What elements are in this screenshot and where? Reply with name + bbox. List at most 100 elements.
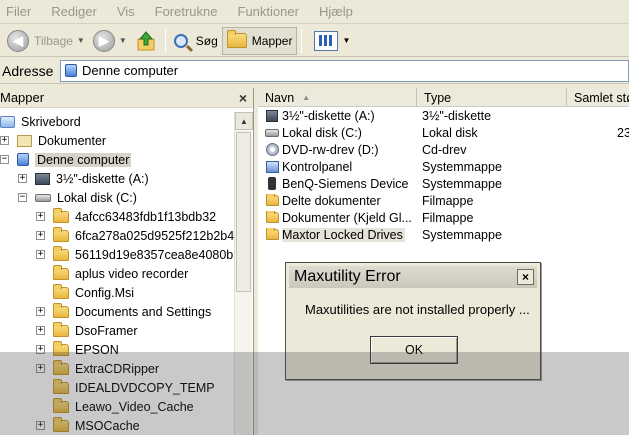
column-headers: Navn ▲ Type Samlet størrelse (258, 88, 629, 107)
folder-icon (53, 321, 69, 337)
forward-button[interactable]: ▶ ▼ (89, 27, 131, 55)
expand-icon[interactable]: + (36, 250, 45, 259)
tree-item-folder[interactable]: + EPSON (36, 340, 119, 359)
search-label: Søg (195, 33, 218, 48)
tree-item-folder[interactable]: + 4afcc63483fdb1f13bdb32 (36, 207, 216, 226)
close-icon[interactable]: × (239, 90, 247, 106)
menu-favorites[interactable]: Foretrukne (155, 4, 218, 19)
folder-tree: Skrivebord + Dokumenter − Denne computer… (0, 112, 234, 435)
column-header-type[interactable]: Type (417, 88, 567, 107)
file-row-dvd[interactable]: DVD-rw-drev (D:) Cd-drev (264, 141, 629, 158)
file-row-user-documents[interactable]: Dokumenter (Kjeld Gl... Filmappe (264, 209, 629, 226)
tree-item-folder[interactable]: + 6fca278a025d9525f212b2b45 (36, 226, 234, 245)
expand-icon[interactable]: + (36, 307, 45, 316)
back-button[interactable]: ◀ Tilbage ▼ (3, 27, 89, 55)
error-dialog: Maxutility Error × Maxutilities are not … (285, 262, 541, 380)
folder-icon (53, 283, 69, 299)
views-button[interactable]: ▼ (306, 27, 354, 55)
tree-item-folder[interactable]: IDEALDVDCOPY_TEMP (53, 378, 215, 397)
expand-icon[interactable]: + (36, 212, 45, 221)
tree-item-folder[interactable]: Leawo_Video_Cache (53, 397, 194, 416)
dialog-title-bar[interactable]: Maxutility Error × (289, 266, 537, 288)
tree-scrollbar[interactable]: ▲ (234, 112, 253, 435)
folder-icon (53, 397, 69, 413)
file-row-benq-device[interactable]: BenQ-Siemens Device Systemmappe (264, 175, 629, 192)
tree-item-my-computer[interactable]: − Denne computer (0, 150, 132, 169)
chevron-down-icon[interactable]: ▼ (342, 36, 350, 45)
tree-item-folder[interactable]: aplus video recorder (53, 264, 188, 283)
dialog-title: Maxutility Error (294, 268, 401, 285)
back-label: Tilbage (34, 33, 73, 48)
menu-help[interactable]: Hjælp (319, 4, 353, 19)
folder-icon (53, 340, 69, 356)
toolbar: ◀ Tilbage ▼ ▶ ▼ Søg Mapper ▼ (0, 25, 629, 57)
menu-edit[interactable]: Rediger (51, 4, 97, 19)
ok-label: OK (404, 343, 424, 357)
file-row-local-disk[interactable]: Lokal disk (C:) Lokal disk 23 (264, 124, 629, 141)
back-arrow-icon: ◀ (7, 29, 29, 52)
expand-icon[interactable]: + (36, 345, 45, 354)
search-button[interactable]: Søg (170, 27, 222, 55)
tree-item-folder[interactable]: + DsoFramer (36, 321, 138, 340)
tree-item-folder[interactable]: + MSOCache (36, 416, 140, 435)
folders-pane-title: Mapper (0, 90, 45, 105)
phone-icon (268, 177, 276, 190)
collapse-icon[interactable]: − (0, 155, 9, 164)
floppy-icon (35, 172, 50, 185)
file-row-maxtor-locked-drives[interactable]: Maxtor Locked Drives Systemmappe (264, 226, 629, 243)
expand-icon[interactable]: + (36, 231, 45, 240)
file-row-shared-documents[interactable]: Delte dokumenter Filmappe (264, 192, 629, 209)
dialog-message: Maxutilities are not installed properly … (305, 302, 530, 317)
views-icon (314, 30, 339, 51)
sort-ascending-icon: ▲ (302, 93, 311, 102)
tree-item-floppy[interactable]: + 3½"-diskette (A:) (18, 169, 149, 188)
scrollbar-thumb[interactable] (236, 132, 251, 292)
folder-icon (265, 210, 279, 223)
scroll-up-arrow-icon[interactable]: ▲ (235, 112, 253, 130)
file-row-control-panel[interactable]: Kontrolpanel Systemmappe (264, 158, 629, 175)
folder-icon (226, 30, 247, 48)
ok-button[interactable]: OK (370, 336, 458, 364)
folder-icon (53, 245, 69, 261)
tree-item-local-disk[interactable]: − Lokal disk (C:) (18, 188, 137, 207)
search-icon (173, 33, 188, 48)
expand-icon[interactable]: + (36, 326, 45, 335)
folder-icon (53, 359, 69, 375)
tree-item-folder[interactable]: + ExtraCDRipper (36, 359, 159, 378)
chevron-down-icon[interactable]: ▼ (119, 36, 127, 45)
tree-item-folder[interactable]: + 56119d19e8357cea8e4080bb (36, 245, 234, 264)
collapse-icon[interactable]: − (18, 193, 27, 202)
address-value: Denne computer (82, 63, 179, 78)
computer-icon (17, 153, 29, 166)
up-button[interactable] (131, 27, 161, 55)
folder-icon (265, 227, 279, 240)
column-header-name[interactable]: Navn ▲ (258, 88, 417, 107)
folders-button[interactable]: Mapper (221, 26, 298, 55)
tree-item-documents[interactable]: + Dokumenter (0, 131, 106, 150)
toolbar-separator (301, 28, 303, 53)
expand-icon[interactable]: + (18, 174, 27, 183)
tree-item-folder[interactable]: Config.Msi (53, 283, 134, 302)
documents-icon (17, 134, 32, 147)
address-label: Adresse (2, 62, 54, 79)
expand-icon[interactable]: + (0, 136, 9, 145)
tree-item-folder[interactable]: + Documents and Settings (36, 302, 211, 321)
menu-file[interactable]: Filer (6, 4, 31, 19)
column-header-size[interactable]: Samlet størrelse (567, 88, 629, 107)
control-panel-icon (265, 160, 279, 173)
menu-tools[interactable]: Funktioner (238, 4, 299, 19)
forward-arrow-icon: ▶ (92, 29, 115, 52)
chevron-down-icon[interactable]: ▼ (77, 36, 85, 45)
tree-item-desktop[interactable]: Skrivebord (0, 112, 81, 131)
expand-icon[interactable]: + (36, 421, 45, 430)
menu-bar: Filer Rediger Vis Foretrukne Funktioner … (0, 0, 629, 24)
expand-icon[interactable]: + (36, 364, 45, 373)
folders-label: Mapper (251, 33, 293, 48)
file-row-floppy[interactable]: 3½"-diskette (A:) 3½"-diskette (264, 107, 629, 124)
folder-icon (53, 264, 69, 280)
disk-icon (265, 128, 279, 137)
menu-view[interactable]: Vis (117, 4, 135, 19)
address-input[interactable]: Denne computer (60, 59, 629, 82)
folder-icon (53, 378, 69, 394)
close-icon[interactable]: × (517, 269, 534, 285)
